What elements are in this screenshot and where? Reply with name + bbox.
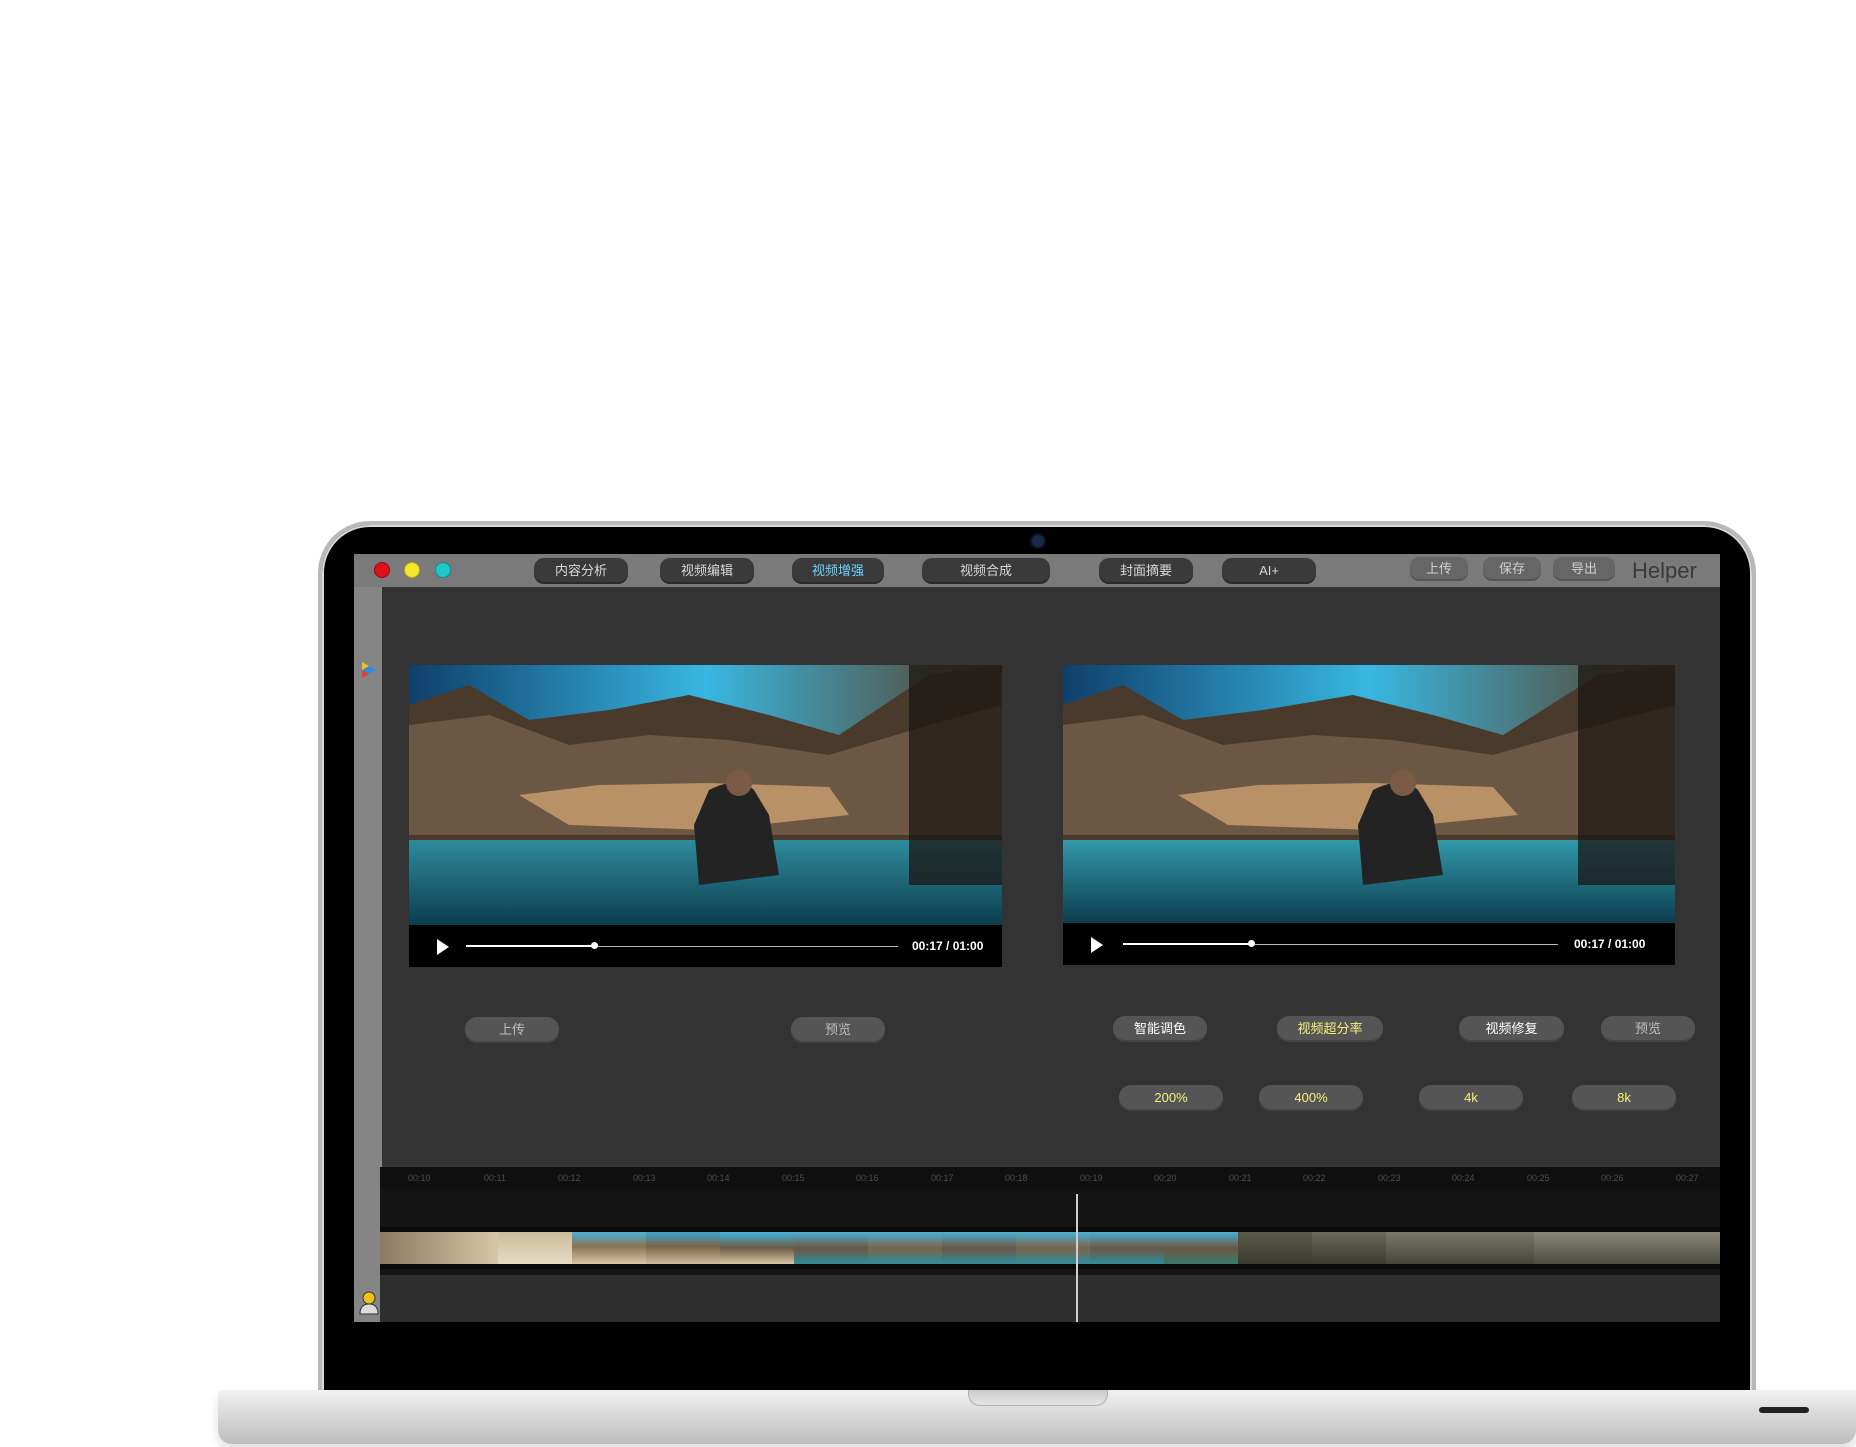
thumbnail — [1534, 1232, 1608, 1264]
video-frame — [409, 665, 1002, 925]
close-icon[interactable] — [374, 562, 390, 578]
brand-label: Helper — [1632, 558, 1697, 583]
thumbnail — [380, 1232, 498, 1264]
playhead[interactable] — [1076, 1194, 1078, 1322]
smart-color-button[interactable]: 智能调色 — [1113, 1016, 1207, 1042]
play-icon[interactable] — [1091, 937, 1103, 953]
video-track[interactable] — [380, 1227, 1720, 1269]
tick-label: 00:10 — [408, 1173, 431, 1183]
tick-label: 00:23 — [1378, 1173, 1401, 1183]
tick-label: 00:17 — [931, 1173, 954, 1183]
source-video-player[interactable]: 00:17 / 01:00 — [409, 665, 1002, 967]
tab-video-compose[interactable]: 视频合成 — [922, 558, 1050, 584]
play-logo-icon[interactable] — [360, 660, 378, 680]
laptop-slot — [1759, 1407, 1809, 1413]
timecode: 00:17 / 01:00 — [1574, 937, 1646, 951]
thumbnail — [1016, 1232, 1090, 1264]
thumbnail — [1164, 1232, 1238, 1264]
thumbnail — [1312, 1232, 1386, 1264]
tab-cover-summary[interactable]: 封面摘要 — [1099, 558, 1193, 584]
thumbnail — [498, 1232, 572, 1264]
tick-label: 00:11 — [484, 1173, 506, 1183]
thumbnail — [942, 1232, 1016, 1264]
tab-video-enhance[interactable]: 视频增强 — [792, 558, 884, 584]
tick-label: 00:14 — [707, 1173, 730, 1183]
camera-icon — [1032, 535, 1044, 547]
thumbnail — [1608, 1232, 1682, 1264]
progress-knob[interactable] — [1248, 940, 1255, 947]
tick-label: 00:26 — [1601, 1173, 1624, 1183]
source-preview-button[interactable]: 预览 — [791, 1017, 885, 1043]
thumbnail — [1682, 1232, 1720, 1264]
tick-label: 00:21 — [1229, 1173, 1252, 1183]
tick-label: 00:25 — [1527, 1173, 1550, 1183]
save-button[interactable]: 保存 — [1483, 557, 1541, 581]
tick-label: 00:18 — [1005, 1173, 1028, 1183]
laptop-notch — [968, 1390, 1108, 1406]
thumbnail — [1238, 1232, 1312, 1264]
minimize-icon[interactable] — [404, 562, 420, 578]
enhanced-video-player[interactable]: 00:17 / 01:00 — [1063, 665, 1675, 965]
thumbnail — [572, 1232, 646, 1264]
tick-label: 00:27 — [1676, 1173, 1699, 1183]
scale-200-button[interactable]: 200% — [1119, 1085, 1223, 1111]
play-icon[interactable] — [437, 939, 449, 955]
app-window: 内容分析 视频编辑 视频增强 视频合成 封面摘要 AI+ 上传 保存 导出 He… — [354, 554, 1720, 1322]
title-bar: 内容分析 视频编辑 视频增强 视频合成 封面摘要 AI+ 上传 保存 导出 He… — [354, 554, 1720, 587]
thumbnail — [720, 1232, 794, 1264]
tick-label: 00:19 — [1080, 1173, 1103, 1183]
source-upload-button[interactable]: 上传 — [465, 1017, 559, 1043]
tick-label: 00:20 — [1154, 1173, 1177, 1183]
tick-label: 00:16 — [856, 1173, 879, 1183]
upload-button[interactable]: 上传 — [1410, 557, 1468, 581]
video-frame — [1063, 665, 1675, 923]
scale-8k-button[interactable]: 8k — [1572, 1085, 1676, 1111]
tick-label: 00:22 — [1303, 1173, 1326, 1183]
progress-fill — [1123, 943, 1251, 945]
player-controls: 00:17 / 01:00 — [409, 925, 1002, 967]
thumbnail — [646, 1232, 720, 1264]
thumbnail — [868, 1232, 942, 1264]
user-icon[interactable] — [358, 1290, 380, 1316]
export-button[interactable]: 导出 — [1553, 557, 1615, 581]
tick-label: 00:12 — [558, 1173, 581, 1183]
tick-label: 00:15 — [782, 1173, 805, 1183]
time-ruler: 00:10 00:11 00:12 00:13 00:14 00:15 00:1… — [380, 1167, 1720, 1189]
progress-knob[interactable] — [591, 942, 598, 949]
enhanced-preview-button[interactable]: 预览 — [1601, 1016, 1695, 1042]
tab-video-edit[interactable]: 视频编辑 — [660, 558, 754, 584]
tab-content-analysis[interactable]: 内容分析 — [534, 558, 628, 584]
super-resolution-button[interactable]: 视频超分率 — [1277, 1016, 1383, 1042]
thumbnail — [1386, 1232, 1460, 1264]
progress-fill — [466, 945, 594, 947]
scale-4k-button[interactable]: 4k — [1419, 1085, 1523, 1111]
thumbnail — [794, 1232, 868, 1264]
scale-400-button[interactable]: 400% — [1259, 1085, 1363, 1111]
sidebar — [354, 587, 382, 1322]
tick-label: 00:13 — [633, 1173, 656, 1183]
timecode: 00:17 / 01:00 — [912, 939, 984, 953]
timeline[interactable]: 00:10 00:11 00:12 00:13 00:14 00:15 00:1… — [380, 1167, 1720, 1322]
audio-track[interactable] — [380, 1275, 1720, 1322]
tick-label: 00:24 — [1452, 1173, 1475, 1183]
maximize-icon[interactable] — [435, 562, 451, 578]
thumbnail — [1460, 1232, 1534, 1264]
player-controls: 00:17 / 01:00 — [1063, 923, 1675, 965]
video-repair-button[interactable]: 视频修复 — [1459, 1016, 1564, 1042]
thumbnail — [1090, 1232, 1164, 1264]
tab-ai-plus[interactable]: AI+ — [1222, 558, 1316, 584]
